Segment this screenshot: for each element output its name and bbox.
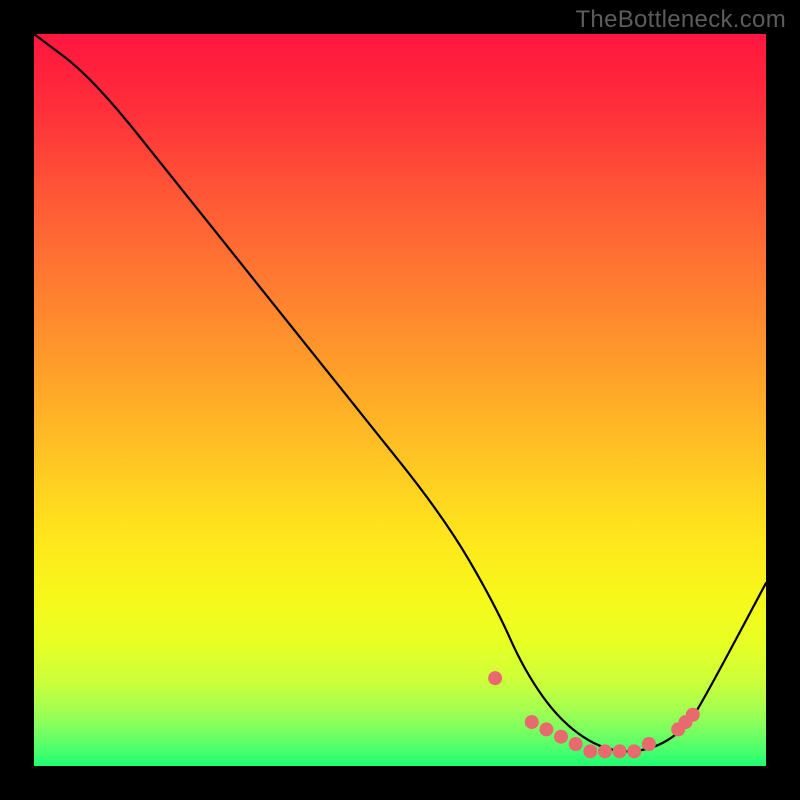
watermark-text: TheBottleneck.com [575,6,786,34]
bottleneck-curve [34,34,766,751]
data-dot [613,744,627,758]
dots-layer [488,671,700,758]
data-dot [525,715,539,729]
data-dot [539,722,553,736]
data-dot [642,737,656,751]
curve-layer [34,34,766,751]
data-dot [569,737,583,751]
chart-frame: TheBottleneck.com [0,0,800,800]
chart-svg [34,34,766,766]
data-dot [598,744,612,758]
data-dot [686,708,700,722]
data-dot [627,744,641,758]
data-dot [488,671,502,685]
data-dot [554,730,568,744]
plot-area [34,34,766,766]
data-dot [583,744,597,758]
